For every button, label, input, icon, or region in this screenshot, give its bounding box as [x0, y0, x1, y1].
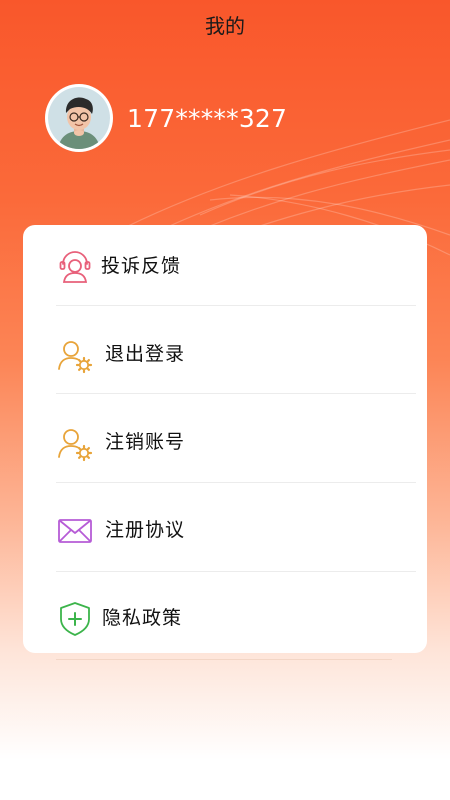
page-title: 我的	[205, 14, 245, 38]
divider	[56, 482, 416, 483]
envelope-icon	[55, 511, 95, 551]
shield-plus-icon	[55, 599, 95, 639]
menu-item-feedback[interactable]: 投诉反馈	[23, 225, 427, 313]
menu-item-registration-agreement[interactable]: 注册协议	[23, 489, 427, 577]
menu-item-label: 退出登录	[105, 343, 186, 365]
menu-item-label: 注销账号	[105, 431, 186, 453]
menu-item-label: 注册协议	[105, 519, 186, 541]
user-gear-icon	[55, 335, 95, 375]
menu-item-label: 投诉反馈	[101, 255, 182, 277]
menu-item-delete-account[interactable]: 注销账号	[23, 401, 427, 489]
avatar-image	[48, 87, 110, 149]
avatar[interactable]	[45, 84, 113, 152]
menu-item-label: 隐私政策	[102, 607, 183, 629]
divider	[56, 659, 392, 660]
menu-item-privacy-policy[interactable]: 隐私政策	[23, 577, 427, 665]
headset-user-icon	[55, 247, 95, 287]
divider	[56, 305, 416, 306]
divider	[56, 393, 416, 394]
phone-number: 177*****327	[127, 104, 288, 133]
divider	[56, 571, 416, 572]
menu-card: 投诉反馈 退出登录 注销账号 注册协议 隐私政策	[23, 225, 427, 653]
user-gear-icon	[55, 423, 95, 463]
menu-item-logout[interactable]: 退出登录	[23, 313, 427, 401]
